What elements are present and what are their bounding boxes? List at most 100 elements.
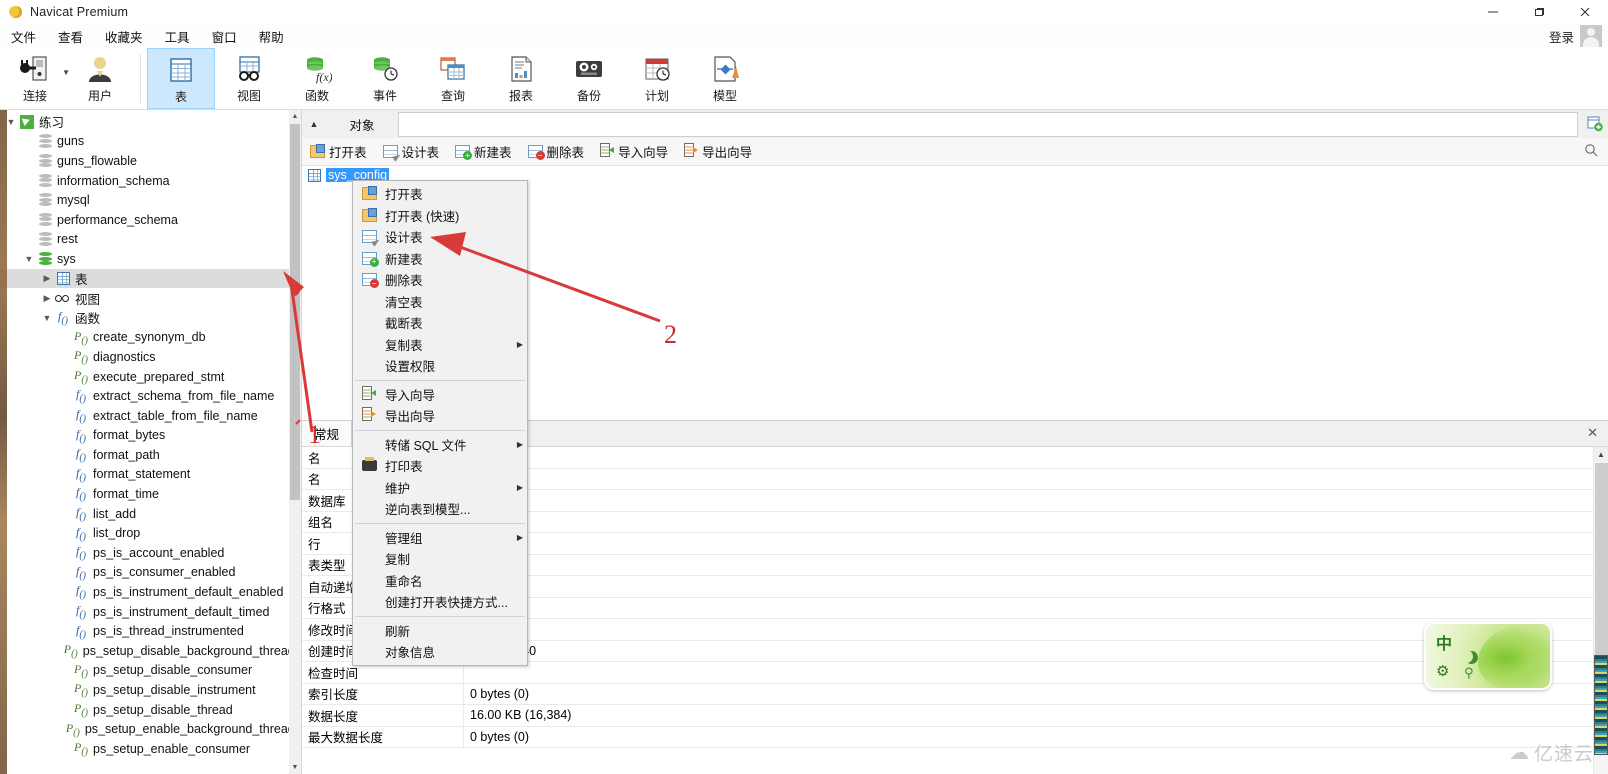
- context-menu-item[interactable]: 打印表: [353, 455, 527, 477]
- tree-node[interactable]: P() ps_setup_enable_consumer: [0, 739, 301, 759]
- tree-node[interactable]: f() format_path: [0, 445, 301, 465]
- moon-icon[interactable]: [1458, 648, 1475, 665]
- tree-node[interactable]: f() ps_is_instrument_default_timed: [0, 602, 301, 622]
- tree-node[interactable]: ▼ sys: [0, 249, 301, 269]
- tree-node[interactable]: f() format_bytes: [0, 426, 301, 446]
- context-menu-item[interactable]: 打开表: [353, 183, 527, 205]
- tree-node[interactable]: mysql: [0, 190, 301, 210]
- scroll-up-icon[interactable]: ▲: [1594, 447, 1608, 462]
- tree-node[interactable]: guns_flowable: [0, 151, 301, 171]
- add-tab-icon[interactable]: [1582, 116, 1608, 132]
- scroll-down-icon[interactable]: ▼: [289, 761, 301, 774]
- chevron-down-icon[interactable]: ▼: [22, 254, 36, 264]
- tree-node[interactable]: f() format_statement: [0, 465, 301, 485]
- tree-node[interactable]: f() ps_is_instrument_default_enabled: [0, 582, 301, 602]
- tree-node[interactable]: P() execute_prepared_stmt: [0, 367, 301, 387]
- property-value[interactable]: [464, 490, 1604, 511]
- tree-node[interactable]: information_schema: [0, 171, 301, 191]
- property-row[interactable]: 最大数据长度 0 bytes (0): [302, 726, 1608, 748]
- maximize-button[interactable]: [1516, 0, 1562, 24]
- context-menu-item[interactable]: 转储 SQL 文件 ▶: [353, 434, 527, 456]
- tab-objects[interactable]: 对象: [326, 111, 398, 137]
- property-value[interactable]: g: [464, 469, 1604, 490]
- context-menu-item[interactable]: 截断表: [353, 312, 527, 334]
- tree-node[interactable]: ▼ f() 函数: [0, 308, 301, 328]
- context-menu-item[interactable]: 打开表 (快速): [353, 205, 527, 227]
- context-menu-item[interactable]: 导入向导: [353, 384, 527, 406]
- context-menu-item[interactable]: 重命名: [353, 570, 527, 592]
- ribbon-schedule-button[interactable]: 计划: [623, 48, 691, 109]
- tree-node[interactable]: P() ps_setup_disable_thread: [0, 700, 301, 720]
- avatar[interactable]: [1580, 25, 1602, 47]
- ribbon-backup-button[interactable]: 备份: [555, 48, 623, 109]
- scroll-thumb[interactable]: [1595, 463, 1608, 673]
- delete-table-button[interactable]: − 删除表: [520, 140, 593, 163]
- property-value[interactable]: 0 bytes (0): [464, 727, 1604, 748]
- tree-node[interactable]: ▶ 视图: [0, 288, 301, 308]
- tree-node[interactable]: P() diagnostics: [0, 347, 301, 367]
- property-value[interactable]: 16.00 KB (16,384): [464, 705, 1604, 726]
- ribbon-user-button[interactable]: 用户: [66, 48, 134, 109]
- tree-node[interactable]: ▶ 表: [0, 268, 301, 289]
- close-icon[interactable]: ✕: [1587, 425, 1598, 441]
- context-menu-item[interactable]: 复制表 ▶: [353, 334, 527, 356]
- context-menu-item[interactable]: + 新建表: [353, 248, 527, 270]
- tree-node[interactable]: guns: [0, 132, 301, 152]
- new-table-button[interactable]: + 新建表: [447, 140, 520, 163]
- gear-icon[interactable]: ⚙: [1436, 664, 1449, 679]
- property-value[interactable]: [464, 555, 1604, 576]
- context-menu-item[interactable]: 复制: [353, 548, 527, 570]
- key-icon[interactable]: ⚲: [1464, 666, 1474, 679]
- menu-window[interactable]: 窗口: [201, 24, 248, 49]
- open-table-button[interactable]: 打开表: [302, 140, 375, 163]
- ribbon-query-button[interactable]: 查询: [419, 48, 487, 109]
- tree-scrollbar[interactable]: ▲ ▼: [289, 110, 301, 774]
- property-value[interactable]: [464, 576, 1604, 597]
- chevron-up-icon[interactable]: ▲: [302, 119, 326, 129]
- context-menu-item[interactable]: 创建打开表快捷方式...: [353, 591, 527, 613]
- menu-favorites[interactable]: 收藏夹: [94, 24, 154, 49]
- context-menu-item[interactable]: 设置权限: [353, 355, 527, 377]
- property-value[interactable]: [464, 447, 1604, 468]
- tree-node[interactable]: f() list_drop: [0, 523, 301, 543]
- ribbon-view-button[interactable]: 视图: [215, 48, 283, 109]
- login-link[interactable]: 登录: [1549, 27, 1574, 46]
- property-row[interactable]: 索引长度 0 bytes (0): [302, 683, 1608, 705]
- scroll-up-icon[interactable]: ▲: [289, 110, 301, 123]
- ribbon-connection-button[interactable]: 连接 ▼: [4, 48, 70, 109]
- tree-node[interactable]: f() extract_table_from_file_name: [0, 406, 301, 426]
- import-wizard-button[interactable]: 导入向导: [592, 140, 676, 163]
- ime-mode-label[interactable]: 中: [1436, 630, 1452, 654]
- context-menu-item[interactable]: 对象信息: [353, 641, 527, 663]
- minimize-button[interactable]: [1470, 0, 1516, 24]
- context-menu-item[interactable]: 设计表: [353, 226, 527, 248]
- menu-file[interactable]: 文件: [0, 24, 47, 49]
- ribbon-table-button[interactable]: 表: [147, 48, 215, 109]
- close-button[interactable]: [1562, 0, 1608, 24]
- context-menu-item[interactable]: 逆向表到模型...: [353, 498, 527, 520]
- chevron-right-icon[interactable]: ▶: [40, 273, 54, 284]
- tree-node[interactable]: P() ps_setup_disable_consumer: [0, 661, 301, 681]
- context-menu-item[interactable]: 管理组 ▶: [353, 527, 527, 549]
- tree-node[interactable]: f() list_add: [0, 504, 301, 524]
- ribbon-model-button[interactable]: 模型: [691, 48, 759, 109]
- design-table-button[interactable]: 设计表: [375, 140, 448, 163]
- tree-node[interactable]: P() ps_setup_disable_background_threads: [0, 641, 301, 661]
- property-value[interactable]: [464, 598, 1604, 619]
- search-icon[interactable]: [1584, 143, 1598, 160]
- tree-node[interactable]: ▼ 练习: [0, 112, 301, 132]
- tree-node[interactable]: f() extract_schema_from_file_name: [0, 386, 301, 406]
- property-row[interactable]: 数据长度 16.00 KB (16,384): [302, 705, 1608, 727]
- menu-tools[interactable]: 工具: [154, 24, 201, 49]
- property-value[interactable]: [464, 533, 1604, 554]
- tree-node[interactable]: P() ps_setup_enable_background_threads: [0, 719, 301, 739]
- menu-help[interactable]: 帮助: [248, 24, 295, 49]
- menu-view[interactable]: 查看: [47, 24, 94, 49]
- tree-node[interactable]: P() create_synonym_db: [0, 328, 301, 348]
- scroll-thumb[interactable]: [290, 124, 300, 500]
- tree-node[interactable]: f() ps_is_thread_instrumented: [0, 621, 301, 641]
- tree-node[interactable]: f() format_time: [0, 484, 301, 504]
- ribbon-report-button[interactable]: 报表: [487, 48, 555, 109]
- ime-widget[interactable]: 中 ⚙ ⚲: [1424, 622, 1552, 690]
- ribbon-function-button[interactable]: f(x) 函数: [283, 48, 351, 109]
